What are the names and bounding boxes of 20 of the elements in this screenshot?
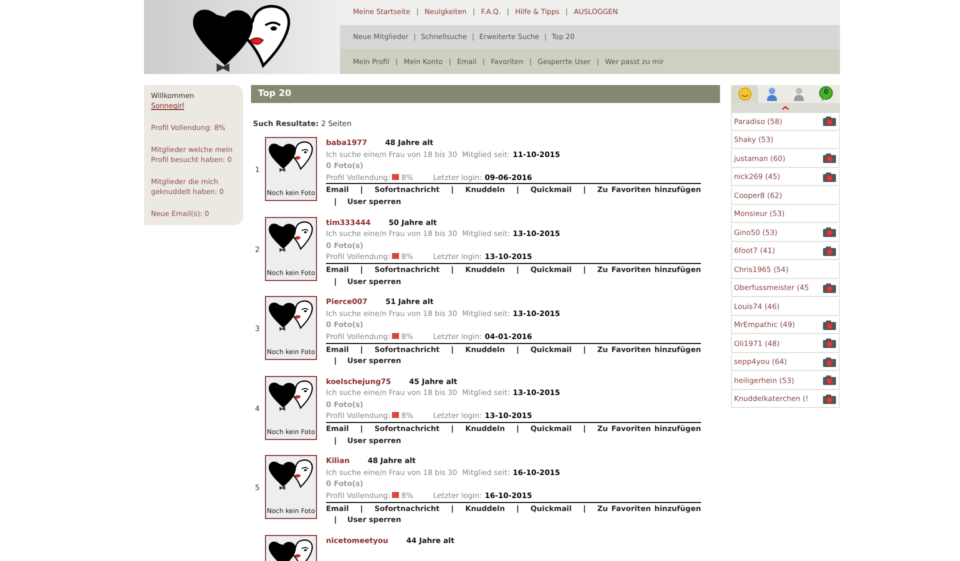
webcam-icon[interactable]: [823, 338, 836, 348]
webcam-icon[interactable]: [823, 375, 836, 386]
completion-icon: [392, 332, 400, 339]
webcam-icon[interactable]: [823, 227, 836, 238]
completion-icon: [392, 412, 400, 418]
chevron-up-icon[interactable]: [782, 106, 789, 110]
section-title: Top 20: [251, 85, 720, 103]
completion-icon: [392, 253, 400, 260]
webcam-icon[interactable]: [823, 172, 836, 182]
webcam-icon[interactable]: [823, 394, 836, 404]
webcam-icon[interactable]: [823, 153, 836, 164]
webcam-icon[interactable]: [823, 356, 836, 367]
webcam-icon[interactable]: [823, 246, 836, 256]
webcam-icon[interactable]: [823, 116, 836, 126]
completion-icon: [392, 174, 400, 180]
webcam-icon[interactable]: [823, 282, 836, 293]
webcam-icon[interactable]: [823, 320, 836, 330]
completion-icon: [392, 492, 400, 498]
speech-bubble-icon: [818, 86, 834, 102]
smiley-icon: [736, 86, 753, 102]
